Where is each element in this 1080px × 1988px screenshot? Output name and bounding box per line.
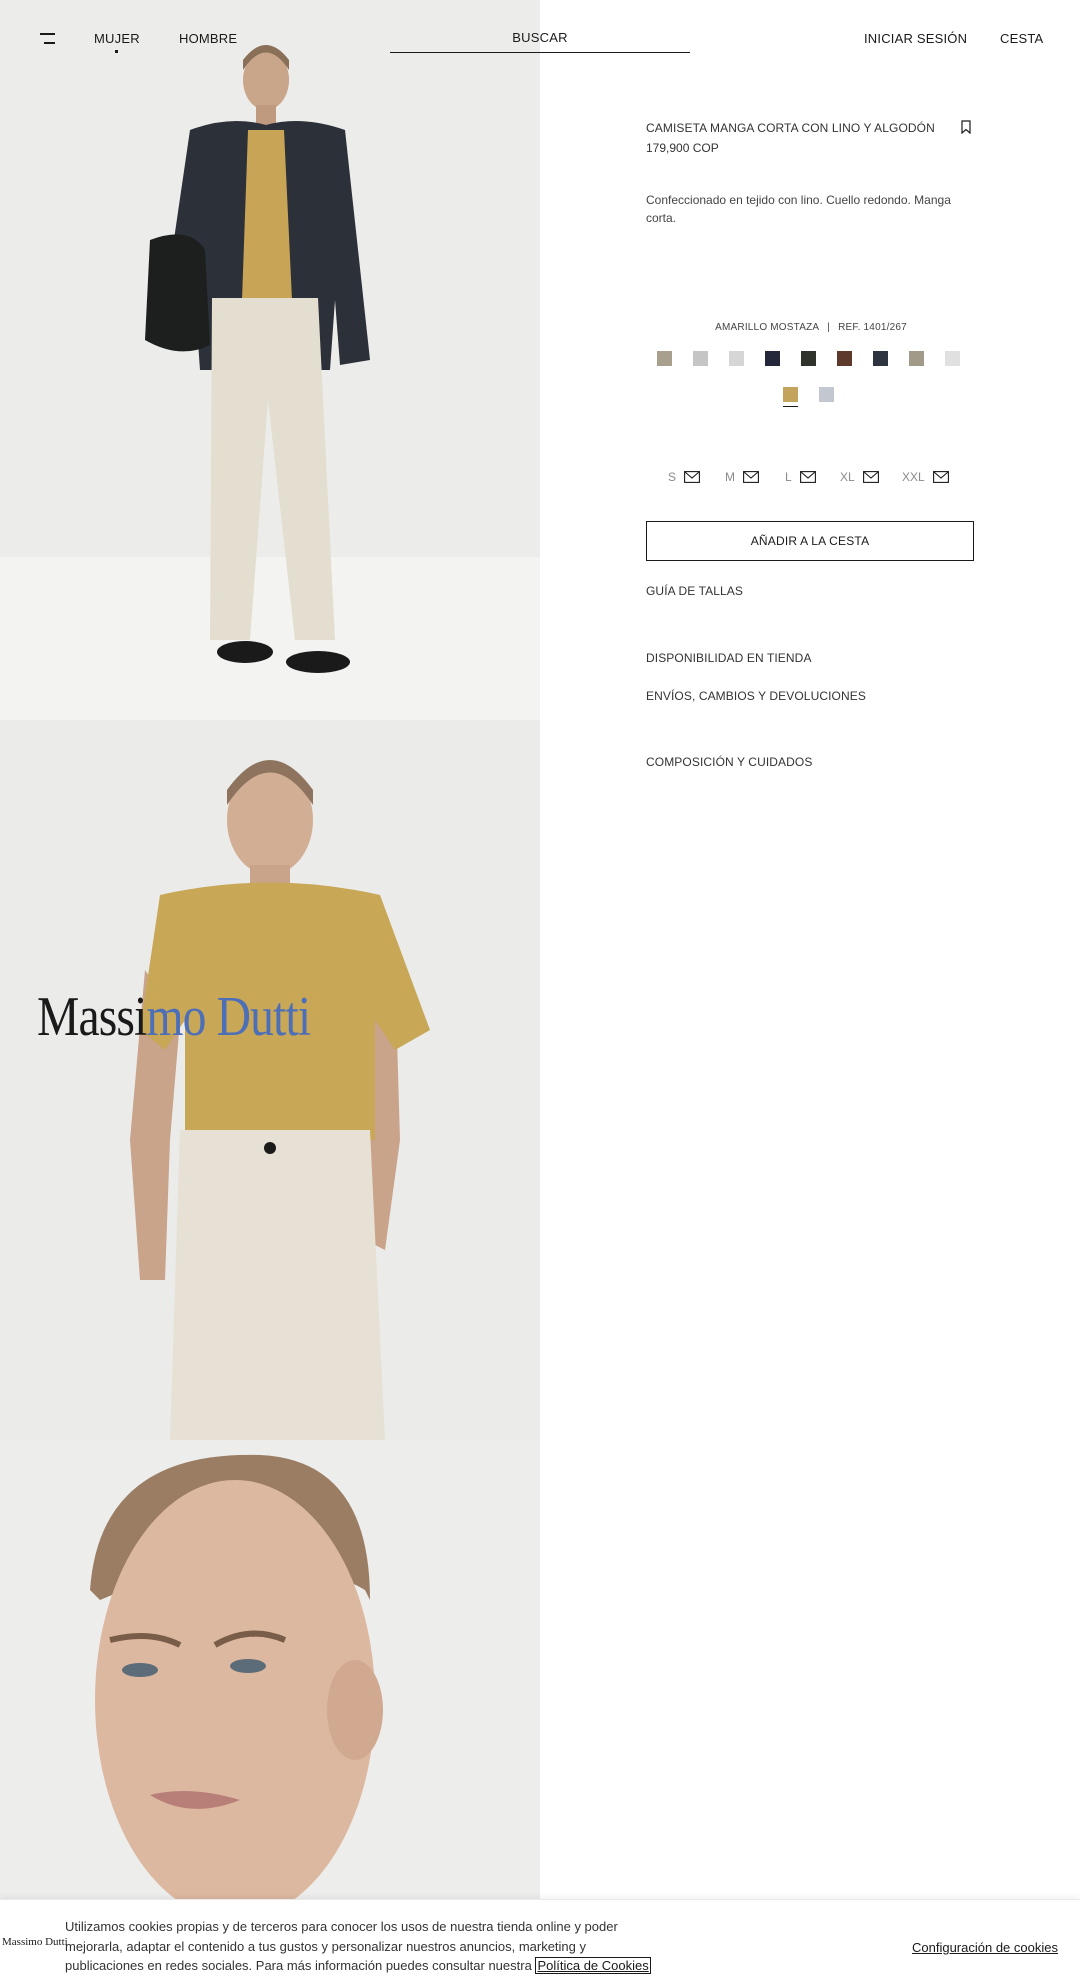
size-option[interactable]: XL	[840, 470, 879, 484]
size-label: S	[668, 470, 677, 484]
color-swatch[interactable]	[873, 351, 888, 366]
color-swatch[interactable]	[693, 351, 708, 366]
color-name: AMARILLO MOSTAZA	[715, 322, 820, 333]
product-photo-torso[interactable]	[0, 720, 540, 1440]
store-availability-link[interactable]: DISPONIBILIDAD EN TIENDA	[646, 651, 812, 665]
size-option[interactable]: S	[668, 470, 700, 484]
color-swatch[interactable]	[909, 351, 924, 366]
color-swatch[interactable]	[783, 387, 798, 407]
size-label: XXL	[902, 470, 925, 484]
size-option[interactable]: L	[785, 470, 816, 484]
envelope-icon[interactable]	[932, 471, 949, 483]
color-swatch[interactable]	[819, 387, 834, 402]
size-label: L	[785, 470, 792, 484]
cookie-policy-link[interactable]: Política de Cookies	[535, 1957, 651, 1974]
model-torso-illustration	[130, 760, 430, 1440]
nav-men[interactable]: HOMBRE	[179, 31, 237, 46]
cart-link[interactable]: CESTA	[1000, 31, 1043, 46]
envelope-icon[interactable]	[862, 471, 879, 483]
size-option[interactable]: M	[725, 470, 759, 484]
size-guide-link[interactable]: GUÍA DE TALLAS	[646, 584, 743, 598]
cookie-message: Utilizamos cookies propias y de terceros…	[65, 1917, 655, 1976]
nav-women-label: MUJER	[94, 31, 140, 46]
nav-women[interactable]: MUJER	[94, 31, 140, 53]
menu-icon[interactable]	[40, 33, 55, 45]
search-label: BUSCAR	[512, 30, 568, 45]
brand-logo[interactable]: Massimo Dutti	[37, 985, 311, 1049]
shipping-returns-link[interactable]: ENVÍOS, CAMBIOS Y DEVOLUCIONES	[646, 689, 866, 703]
color-swatch[interactable]	[837, 351, 852, 366]
color-swatch[interactable]	[801, 351, 816, 366]
composition-care-link[interactable]: COMPOSICIÓN Y CUIDADOS	[646, 755, 812, 769]
product-price: 179,900 COP	[646, 141, 719, 155]
size-option[interactable]: XXL	[902, 470, 949, 484]
product-title: CAMISETA MANGA CORTA CON LINO Y ALGODÓN	[646, 121, 935, 135]
color-swatch[interactable]	[657, 351, 672, 366]
brand-logo-part2: mo Dutti	[146, 986, 311, 1048]
envelope-icon[interactable]	[743, 471, 759, 483]
add-to-cart-button[interactable]: AÑADIR A LA CESTA	[646, 521, 974, 561]
site-header: MUJER HOMBRE BUSCAR INICIAR SESIÓN CESTA	[0, 0, 1080, 80]
brand-logo-part1: Massi	[37, 986, 147, 1048]
bookmark-icon[interactable]	[961, 120, 971, 134]
color-reference: AMARILLO MOSTAZA | REF. 1401/267	[646, 322, 976, 333]
size-label: XL	[840, 470, 855, 484]
color-swatch[interactable]	[945, 351, 960, 366]
active-indicator	[115, 50, 118, 53]
product-reference: REF. 1401/267	[838, 322, 907, 333]
envelope-icon[interactable]	[799, 471, 816, 483]
cookie-banner: Massimo Dutti Utilizamos cookies propias…	[0, 1899, 1080, 1988]
color-separator: |	[827, 322, 831, 333]
envelope-icon[interactable]	[684, 471, 700, 483]
model-full-body-illustration	[145, 45, 370, 673]
cookie-settings-link[interactable]: Configuración de cookies	[912, 1940, 1058, 1955]
color-swatch[interactable]	[765, 351, 780, 366]
cookie-banner-logo: Massimo Dutti	[2, 1936, 68, 1948]
login-link[interactable]: INICIAR SESIÓN	[864, 31, 967, 46]
color-swatch[interactable]	[729, 351, 744, 366]
product-photo-full-body[interactable]	[0, 0, 540, 720]
size-label: M	[725, 470, 735, 484]
product-description: Confeccionado en tejido con lino. Cuello…	[646, 193, 951, 225]
search-input[interactable]: BUSCAR	[390, 24, 690, 53]
